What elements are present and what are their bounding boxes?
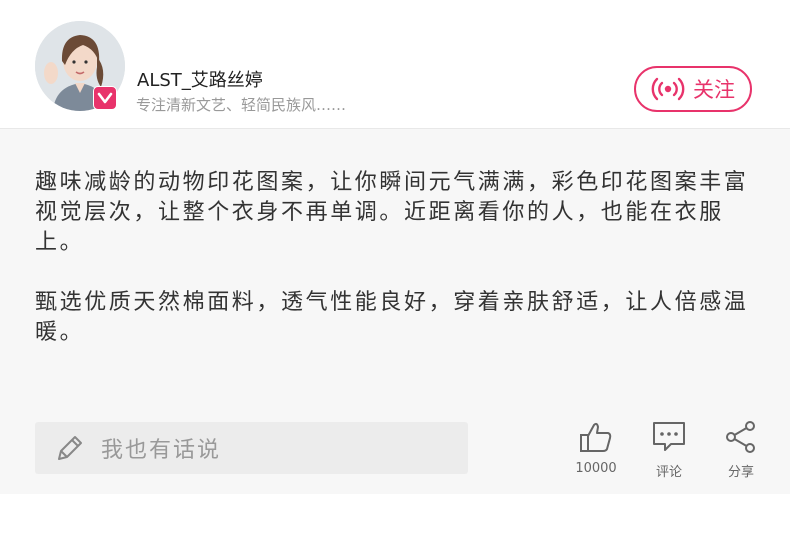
username[interactable]: ALST_艾路丝婷 [137,66,263,92]
user-bio: 专注清新文艺、轻简民族风…… [136,96,347,114]
share-button[interactable]: 分享 [711,419,771,480]
user-header: ALST_艾路丝婷 专注清新文艺、轻简民族风…… 关注 [0,0,790,129]
comment-button[interactable]: 评论 [639,419,699,480]
post-paragraph: 甄选优质天然棉面料，透气性能良好，穿着亲肤舒适，让人倍感温暖。 [35,290,749,345]
post-content: 趣味减龄的动物印花图案，让你瞬间元气满满，彩色印花图案丰富视觉层次，让整个衣身不… [0,129,790,494]
live-broadcast-icon [651,77,685,101]
comment-placeholder: 我也有话说 [101,438,222,463]
like-button[interactable]: 10000 [566,419,626,476]
follow-label: 关注 [693,78,735,102]
share-icon [726,421,755,453]
like-count: 10000 [575,461,617,476]
follow-button[interactable]: 关注 [634,66,752,112]
post-paragraph: 趣味减龄的动物印花图案，让你瞬间元气满满，彩色印花图案丰富视觉层次，让整个衣身不… [35,170,749,255]
verified-v-icon [97,92,113,104]
pencil-icon [58,436,82,460]
verified-badge [93,86,117,110]
comment-input[interactable]: 我也有话说 [35,422,468,474]
thumbs-up-icon [580,422,612,452]
share-label: 分享 [727,465,754,480]
comment-label: 评论 [655,465,682,480]
footer-blank [0,494,790,547]
comment-bubble-icon [653,422,685,451]
